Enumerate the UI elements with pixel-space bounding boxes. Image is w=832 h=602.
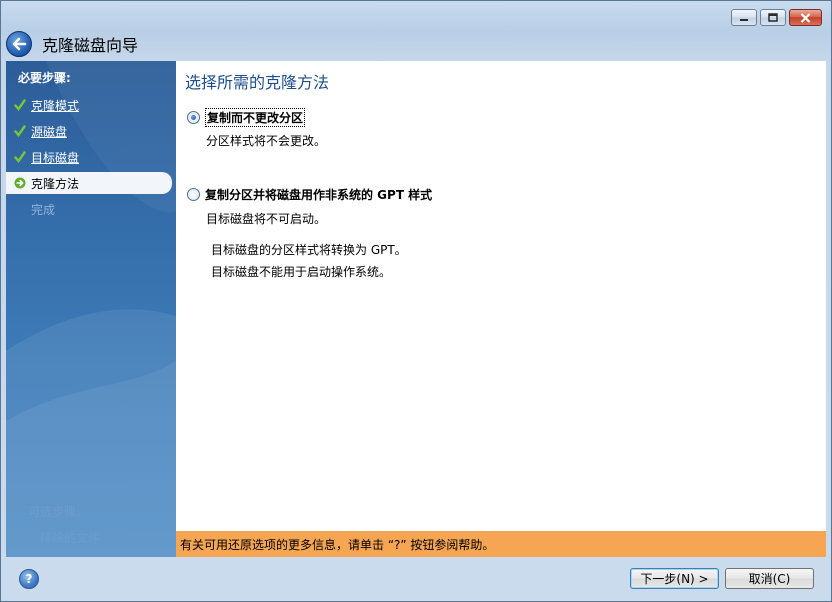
checkmark-icon	[12, 123, 28, 139]
option-label: 复制分区并将磁盘用作非系统的 GPT 样式	[205, 188, 433, 202]
cancel-button[interactable]: 取消(C)	[725, 568, 814, 589]
cancel-button-label: 取消(C)	[748, 572, 791, 586]
option-description: 目标磁盘将不可启动。	[206, 212, 327, 226]
sidebar-step-clone-mode[interactable]: 克隆模式	[6, 94, 176, 116]
help-icon: ?	[25, 572, 33, 586]
sidebar-step-label: 克隆模式	[31, 98, 80, 113]
maximize-button[interactable]	[760, 9, 786, 26]
radio-button[interactable]	[187, 188, 200, 201]
option-note: 目标磁盘不能用于启动操作系统。	[211, 265, 392, 279]
back-button[interactable]	[6, 31, 32, 57]
sidebar-step-label: 源磁盘	[31, 124, 68, 139]
wizard-content: 必要步骤: 克隆模式 源磁盘 目标磁盘 克隆方法 完成 可选步骤: 排除的文件 …	[6, 61, 826, 557]
sidebar-step-source-disk[interactable]: 源磁盘	[6, 120, 176, 142]
sidebar-step-clone-method[interactable]: 克隆方法	[6, 172, 172, 194]
minimize-button[interactable]	[731, 9, 757, 26]
maximize-icon	[768, 13, 778, 22]
sidebar-step-label: 克隆方法	[31, 176, 80, 191]
sidebar-step-finish: 完成	[6, 198, 176, 220]
sidebar-optional-item[interactable]: 排除的文件	[40, 529, 100, 546]
arrow-right-icon	[12, 175, 28, 191]
sidebar-step-label: 完成	[31, 202, 56, 217]
close-button[interactable]	[789, 9, 822, 26]
close-icon	[800, 12, 811, 23]
window-title: 克隆磁盘向导	[42, 36, 139, 55]
radio-button[interactable]	[187, 111, 200, 124]
main-panel: 选择所需的克隆方法 复制而不更改分区 分区样式将不会更改。 复制分区并将磁盘用作…	[176, 61, 826, 531]
option-description: 分区样式将不会更改。	[206, 134, 327, 148]
sidebar-step-label: 目标磁盘	[31, 150, 80, 165]
window-controls	[731, 9, 822, 26]
optional-steps-heading: 可选步骤:	[28, 505, 81, 519]
steps-sidebar: 必要步骤: 克隆模式 源磁盘 目标磁盘 克隆方法 完成 可选步骤: 排除的文件	[6, 61, 176, 557]
title-bar: 克隆磁盘向导	[6, 30, 138, 58]
help-info-bar: 有关可用还原选项的更多信息，请单击 “?” 按钮参阅帮助。	[176, 531, 826, 557]
next-button[interactable]: 下一步(N) >	[630, 568, 719, 589]
checkmark-icon	[12, 97, 28, 113]
button-bar: ? 下一步(N) > 取消(C)	[6, 557, 826, 599]
option-copy-as-gpt[interactable]: 复制分区并将磁盘用作非系统的 GPT 样式	[187, 186, 432, 203]
option-label: 复制而不更改分区	[205, 108, 306, 127]
option-note: 目标磁盘的分区样式将转换为 GPT。	[211, 243, 407, 257]
wizard-window: 克隆磁盘向导 必要步骤: 克隆模式 源磁盘 目标磁盘 克隆方法 完成 可选步骤:…	[0, 0, 832, 602]
arrow-left-icon	[12, 37, 27, 51]
help-info-text: 有关可用还原选项的更多信息，请单击 “?” 按钮参阅帮助。	[180, 537, 495, 552]
radio-selected-dot	[191, 115, 196, 120]
sidebar-step-target-disk[interactable]: 目标磁盘	[6, 146, 176, 168]
option-copy-without-change[interactable]: 复制而不更改分区	[187, 108, 306, 127]
checkmark-icon	[12, 149, 28, 165]
minimize-icon	[740, 18, 748, 21]
steps-heading: 必要步骤:	[18, 71, 71, 85]
next-button-label: 下一步(N) >	[640, 572, 709, 586]
page-title: 选择所需的克隆方法	[185, 73, 330, 92]
help-button[interactable]: ?	[19, 569, 39, 589]
